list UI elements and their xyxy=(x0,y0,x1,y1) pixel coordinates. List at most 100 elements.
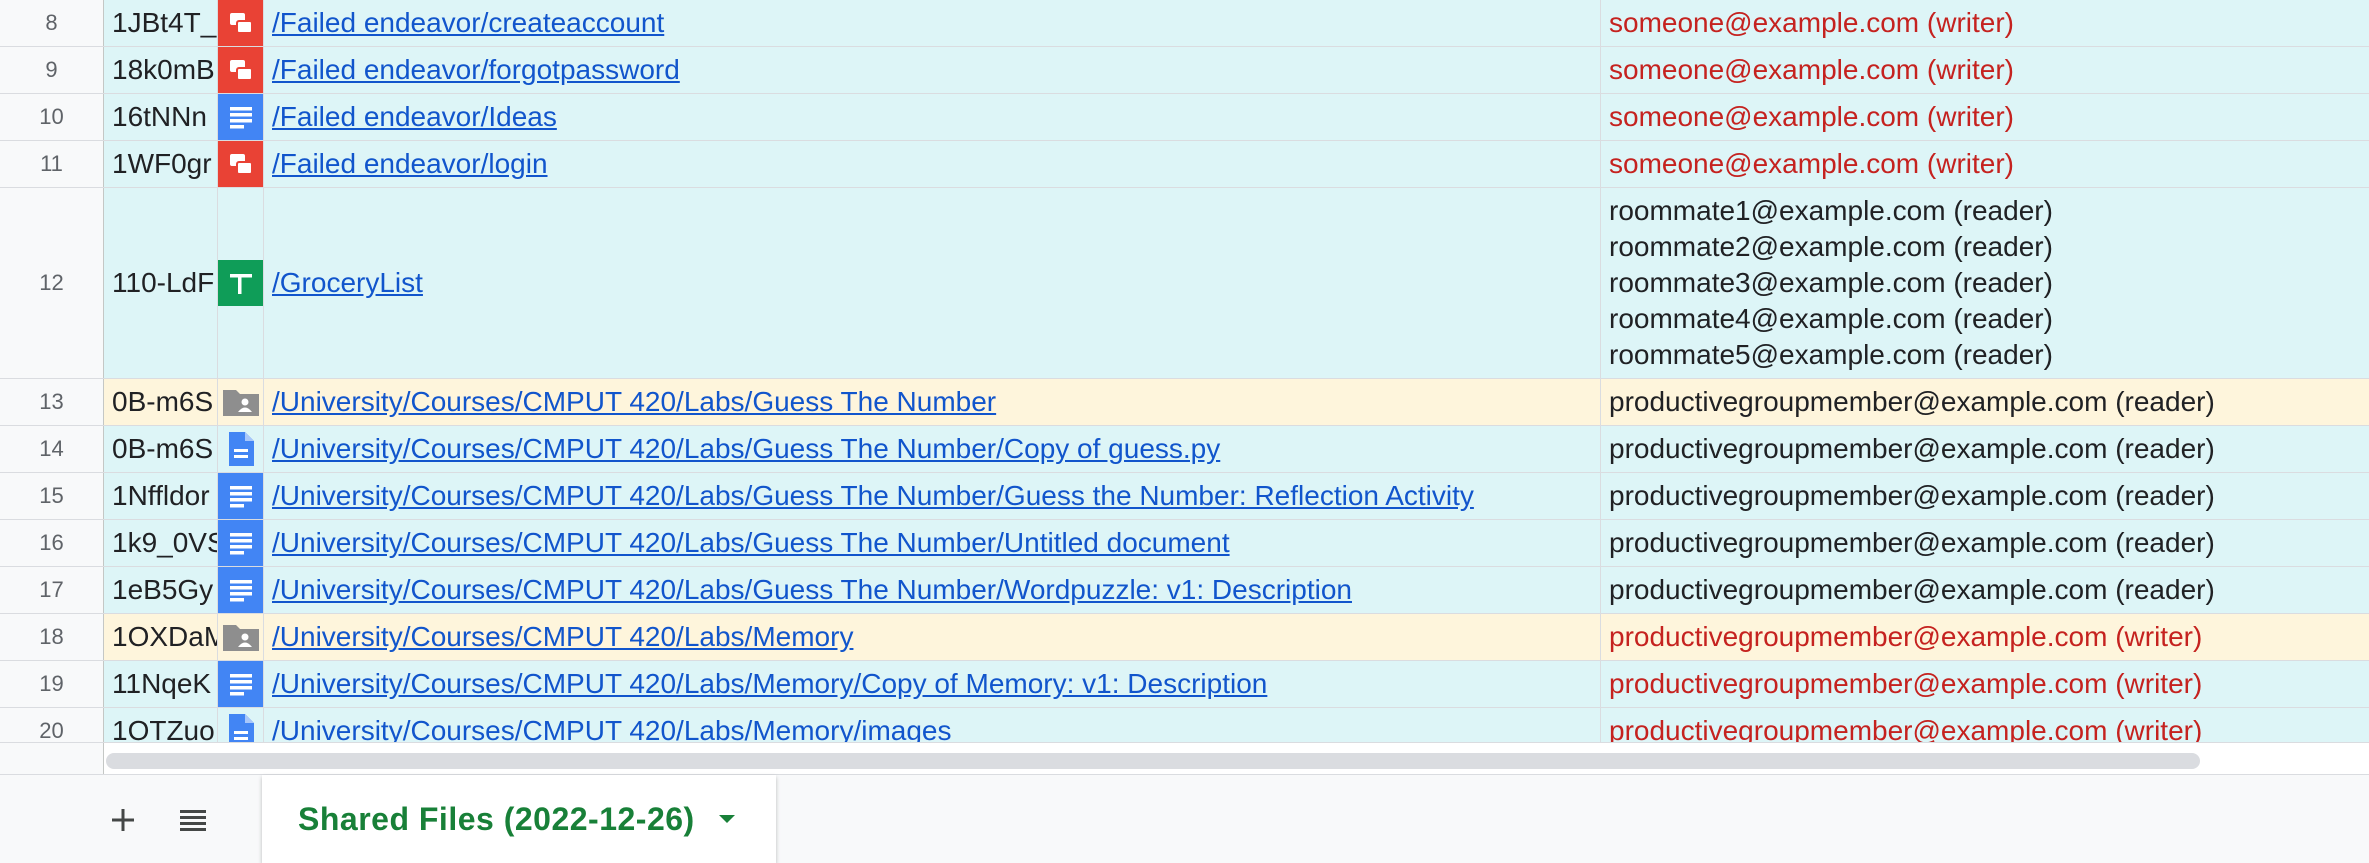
slides-icon xyxy=(218,47,263,93)
file-id-cell[interactable]: 1WF0gr xyxy=(104,141,218,187)
file-path-link[interactable]: /University/Courses/CMPUT 420/Labs/Guess… xyxy=(272,386,996,418)
shared-with-cell[interactable]: productivegroupmember@example.com (write… xyxy=(1601,661,2369,707)
file-type-cell[interactable] xyxy=(218,141,264,187)
file-path-link[interactable]: /University/Courses/CMPUT 420/Labs/Memor… xyxy=(272,621,853,653)
file-type-cell[interactable] xyxy=(218,614,264,660)
file-path-cell[interactable]: /University/Courses/CMPUT 420/Labs/Guess… xyxy=(264,567,1601,613)
table-row[interactable]: 15 1Nffldor/University/Courses/CMPUT 420/… xyxy=(0,473,2369,520)
shared-with-cell[interactable]: productivegroupmember@example.com (write… xyxy=(1601,614,2369,660)
table-row[interactable]: 8 1JBt4T_ /Failed endeavor/createaccount so… xyxy=(0,0,2369,47)
row-number[interactable]: 16 xyxy=(0,520,104,566)
shared-with-entry: productivegroupmember@example.com (reade… xyxy=(1609,574,2215,605)
table-row[interactable]: 10 16tNNn/Failed endeavor/Ideas someone@ex… xyxy=(0,94,2369,141)
row-number[interactable]: 12 xyxy=(0,188,104,378)
shared-with-cell[interactable]: productivegroupmember@example.com (reade… xyxy=(1601,379,2369,425)
shared-with-cell[interactable]: productivegroupmember@example.com (reade… xyxy=(1601,520,2369,566)
file-path-cell[interactable]: /University/Courses/CMPUT 420/Labs/Guess… xyxy=(264,426,1601,472)
file-path-link[interactable]: /University/Courses/CMPUT 420/Labs/Guess… xyxy=(272,527,1230,559)
file-id-cell[interactable]: 1JBt4T_ xyxy=(104,0,218,46)
file-path-cell[interactable]: /Failed endeavor/forgotpassword xyxy=(264,47,1601,93)
file-id-cell[interactable]: 0B-m6S xyxy=(104,426,218,472)
file-type-cell[interactable] xyxy=(218,426,264,472)
file-type-cell[interactable] xyxy=(218,473,264,519)
shared-with-cell[interactable]: someone@example.com (writer) xyxy=(1601,94,2369,140)
shared-with-cell[interactable]: productivegroupmember@example.com (reade… xyxy=(1601,473,2369,519)
file-type-cell[interactable] xyxy=(218,0,264,46)
table-row[interactable]: 14 0B-m6S/University/Courses/CMPUT 420/La… xyxy=(0,426,2369,473)
docs-icon xyxy=(218,567,263,613)
file-path-cell[interactable]: /University/Courses/CMPUT 420/Labs/Memor… xyxy=(264,614,1601,660)
docs-icon xyxy=(218,520,263,566)
file-path-link[interactable]: /University/Courses/CMPUT 420/Labs/Guess… xyxy=(272,433,1220,465)
file-id-cell[interactable]: 1Nffldor xyxy=(104,473,218,519)
table-row[interactable]: 19 11NqeK/University/Courses/CMPUT 420/La… xyxy=(0,661,2369,708)
sheet-tab-label: Shared Files (2022-12-26) xyxy=(298,800,695,837)
shared-with-entry: roommate2@example.com (reader) xyxy=(1609,231,2053,262)
row-number[interactable]: 10 xyxy=(0,94,104,140)
row-number[interactable]: 19 xyxy=(0,661,104,707)
row-number[interactable]: 15 xyxy=(0,473,104,519)
file-path-link[interactable]: /Failed endeavor/forgotpassword xyxy=(272,54,680,86)
row-number[interactable]: 13 xyxy=(0,379,104,425)
file-path-cell[interactable]: /University/Courses/CMPUT 420/Labs/Memor… xyxy=(264,661,1601,707)
file-id-cell[interactable]: 1eB5Gy xyxy=(104,567,218,613)
shared-folder-icon xyxy=(218,614,263,660)
table-row[interactable]: 11 1WF0gr/Failed endeavor/login someone@ex… xyxy=(0,141,2369,188)
file-type-cell[interactable] xyxy=(218,47,264,93)
table-row[interactable]: 17 1eB5Gy/University/Courses/CMPUT 420/La… xyxy=(0,567,2369,614)
file-id-cell[interactable]: 11NqeK xyxy=(104,661,218,707)
shared-with-cell[interactable]: someone@example.com (writer) xyxy=(1601,47,2369,93)
file-type-cell[interactable] xyxy=(218,188,264,378)
file-path-cell[interactable]: /University/Courses/CMPUT 420/Labs/Guess… xyxy=(264,473,1601,519)
file-path-cell[interactable]: /University/Courses/CMPUT 420/Labs/Guess… xyxy=(264,520,1601,566)
row-number[interactable]: 17 xyxy=(0,567,104,613)
file-path-link[interactable]: /GroceryList xyxy=(272,267,423,299)
file-path-cell[interactable]: /GroceryList xyxy=(264,188,1601,378)
row-number[interactable]: 8 xyxy=(0,0,104,46)
table-row[interactable]: 16 1k9_0VS/University/Courses/CMPUT 420/L… xyxy=(0,520,2369,567)
file-path-link[interactable]: /University/Courses/CMPUT 420/Labs/Guess… xyxy=(272,574,1352,606)
row-number[interactable]: 18 xyxy=(0,614,104,660)
shared-with-entry: productivegroupmember@example.com (reade… xyxy=(1609,527,2215,558)
file-path-link[interactable]: /University/Courses/CMPUT 420/Labs/Memor… xyxy=(272,668,1267,700)
row-number[interactable]: 9 xyxy=(0,47,104,93)
shared-folder-icon xyxy=(218,379,263,425)
file-id-cell[interactable]: 0B-m6S xyxy=(104,379,218,425)
table-row[interactable]: 18 1OXDaM/University/Courses/CMPUT 420/La… xyxy=(0,614,2369,661)
table-row[interactable]: 13 0B-m6S/University/Courses/CMPUT 420/La… xyxy=(0,379,2369,426)
caret-down-icon[interactable] xyxy=(717,813,737,825)
file-path-cell[interactable]: /Failed endeavor/Ideas xyxy=(264,94,1601,140)
file-type-cell[interactable] xyxy=(218,661,264,707)
all-sheets-button[interactable] xyxy=(170,797,216,843)
shared-with-entry: productivegroupmember@example.com (write… xyxy=(1609,621,2203,652)
file-id-cell[interactable]: 110-LdF xyxy=(104,188,218,378)
row-number[interactable]: 11 xyxy=(0,141,104,187)
shared-with-cell[interactable]: someone@example.com (writer) xyxy=(1601,0,2369,46)
horizontal-scrollbar-thumb[interactable] xyxy=(106,753,2200,769)
shared-with-cell[interactable]: productivegroupmember@example.com (reade… xyxy=(1601,426,2369,472)
file-type-cell[interactable] xyxy=(218,94,264,140)
file-path-link[interactable]: /Failed endeavor/createaccount xyxy=(272,7,664,39)
sheet-tab-shared-files[interactable]: Shared Files (2022-12-26) xyxy=(262,775,776,863)
file-type-cell[interactable] xyxy=(218,567,264,613)
file-path-link[interactable]: /Failed endeavor/login xyxy=(272,148,548,180)
file-type-cell[interactable] xyxy=(218,379,264,425)
file-type-cell[interactable] xyxy=(218,520,264,566)
shared-with-entry: roommate1@example.com (reader) xyxy=(1609,195,2053,226)
file-path-link[interactable]: /Failed endeavor/Ideas xyxy=(272,101,557,133)
file-id-cell[interactable]: 16tNNn xyxy=(104,94,218,140)
file-path-cell[interactable]: /Failed endeavor/login xyxy=(264,141,1601,187)
file-id-cell[interactable]: 1OXDaM xyxy=(104,614,218,660)
file-path-link[interactable]: /University/Courses/CMPUT 420/Labs/Guess… xyxy=(272,480,1474,512)
table-row[interactable]: 12 110-LdF/GroceryList roommate1@example.c… xyxy=(0,188,2369,379)
shared-with-cell[interactable]: roommate1@example.com (reader) roommate2@… xyxy=(1601,188,2369,378)
file-path-cell[interactable]: /University/Courses/CMPUT 420/Labs/Guess… xyxy=(264,379,1601,425)
table-row[interactable]: 9 18k0mB/Failed endeavor/forgotpassword so… xyxy=(0,47,2369,94)
file-path-cell[interactable]: /Failed endeavor/createaccount xyxy=(264,0,1601,46)
shared-with-cell[interactable]: productivegroupmember@example.com (reade… xyxy=(1601,567,2369,613)
shared-with-cell[interactable]: someone@example.com (writer) xyxy=(1601,141,2369,187)
add-sheet-button[interactable] xyxy=(100,797,146,843)
file-id-cell[interactable]: 1k9_0VS xyxy=(104,520,218,566)
row-number[interactable]: 14 xyxy=(0,426,104,472)
file-id-cell[interactable]: 18k0mB xyxy=(104,47,218,93)
